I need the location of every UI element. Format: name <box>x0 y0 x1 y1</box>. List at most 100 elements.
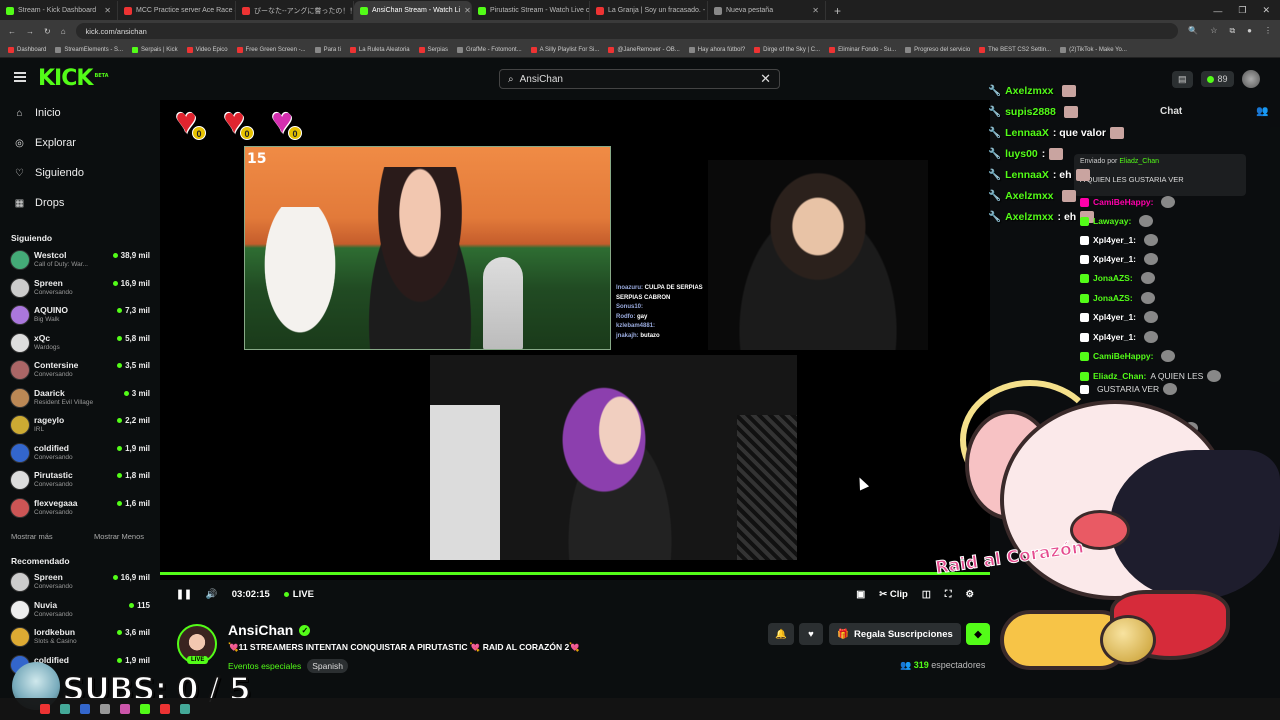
points-badge[interactable]: 89 <box>1200 71 1234 87</box>
chat-user[interactable]: JonaAZS: <box>1093 293 1133 303</box>
chat-user[interactable]: JonaAZS: <box>1093 273 1133 283</box>
alert-user[interactable]: Axelzmxx <box>1005 190 1053 202</box>
sidebar-channel[interactable]: Pirutastic Conversando 1,8 mil <box>10 468 150 494</box>
browser-tab[interactable]: MCC Practice server Ace Race S✕ <box>118 1 236 20</box>
language-tag[interactable]: Spanish <box>307 659 348 673</box>
pause-icon[interactable]: ❚❚ <box>176 589 192 600</box>
home-icon[interactable]: ⌂ <box>61 27 66 36</box>
zoom-icon[interactable]: 🔍 <box>1188 26 1198 36</box>
chat-users-icon[interactable]: 👥 <box>1256 106 1268 117</box>
sidebar-channel[interactable]: Nuvia Conversando 115 <box>10 598 150 624</box>
bookmark-item[interactable]: La Ruleta Aleatoria <box>349 46 410 53</box>
sidebar-channel[interactable]: coldified Conversando 1,9 mil <box>10 441 150 467</box>
close-tab-icon[interactable]: ✕ <box>464 6 471 15</box>
bookmark-item[interactable]: Para ti <box>314 46 341 53</box>
chat-user[interactable]: Xpl4yer_1: <box>1093 312 1136 322</box>
browser-tab[interactable]: AnsiChan Stream - Watch Li ✕ <box>354 1 472 20</box>
follow-heart-icon[interactable]: ♥ <box>799 623 823 645</box>
bookmark-item[interactable]: Progreso del servicio <box>905 46 970 53</box>
show-more-link[interactable]: Mostrar más <box>11 532 53 541</box>
url-field[interactable]: kick.com/ansichan <box>75 23 1179 39</box>
bookmark-star-icon[interactable]: ☆ <box>1210 26 1217 36</box>
alert-user[interactable]: LennaaX <box>1005 169 1049 181</box>
browser-tab[interactable]: La Granja | Soy un fracasado. -✕ <box>590 1 708 20</box>
gift-subs-button[interactable]: 🎁 Regala Suscripciones <box>829 623 961 645</box>
browser-tab[interactable]: Nueva pestaña ✕ <box>708 1 826 20</box>
extensions-icon[interactable]: ⧉ <box>1229 26 1235 36</box>
chat-user[interactable]: Xpl4yer_1: <box>1093 254 1136 264</box>
taskbar-app-icon[interactable] <box>160 704 170 714</box>
taskbar-app-icon[interactable] <box>60 704 70 714</box>
chat-user[interactable]: CamiBeHappy: <box>1093 351 1153 361</box>
alert-user[interactable]: Axelzmxx <box>1005 85 1053 97</box>
taskbar-app-icon[interactable] <box>120 704 130 714</box>
nav-explorar[interactable]: ◎ Explorar <box>14 137 76 149</box>
forward-icon[interactable]: → <box>26 27 34 36</box>
bookmark-item[interactable]: Dirge of the Sky | C... <box>754 46 820 53</box>
notifications-bell-icon[interactable]: 🔔 <box>768 623 794 645</box>
bookmark-item[interactable]: (2)TikTok - Make Yo... <box>1060 46 1127 53</box>
close-window-icon[interactable]: ✕ <box>1262 5 1270 16</box>
video-player[interactable]: ♥ 0 ♥ 0 ♥ 0 15 lnoazuru: CULPA DE SERPIAS SER… <box>160 100 990 580</box>
clip-button[interactable]: ✂ Clip <box>879 589 908 600</box>
nav-siguiendo[interactable]: ♡ Siguiendo <box>14 167 84 179</box>
bookmark-item[interactable]: Dashboard <box>8 46 46 53</box>
chat-user[interactable]: Lawayay: <box>1093 216 1131 226</box>
maximize-icon[interactable]: ❐ <box>1238 5 1246 16</box>
sidebar-channel[interactable]: AQUINO Big Walk 7,3 mil <box>10 303 150 329</box>
taskbar-app-icon[interactable] <box>100 704 110 714</box>
kick-logo[interactable]: KICK BETA <box>38 66 109 91</box>
streamer-name[interactable]: AnsiChan ✓ <box>228 622 311 638</box>
bookmark-item[interactable]: A Silly Playlist For Si... <box>530 46 599 53</box>
alert-user[interactable]: LennaaX <box>1005 127 1049 139</box>
profile-icon[interactable]: ● <box>1247 26 1252 36</box>
sidebar-channel[interactable]: Contersine Conversando 3,5 mil <box>10 358 150 384</box>
new-tab-icon[interactable]: + <box>826 1 849 20</box>
back-icon[interactable]: ← <box>8 27 16 36</box>
bookmark-item[interactable]: Eliminar Fondo - Su... <box>829 46 896 53</box>
hamburger-menu-icon[interactable] <box>14 72 26 82</box>
bookmark-item[interactable]: Video Epico <box>186 46 228 53</box>
sidebar-channel[interactable]: Spreen Conversando 16,9 mil <box>10 276 150 302</box>
pinned-user[interactable]: Eliadz_Chan <box>1119 158 1159 165</box>
minimize-icon[interactable]: — <box>1213 6 1222 16</box>
chat-user[interactable]: CamiBeHappy: <box>1093 197 1153 207</box>
sidebar-channel[interactable]: Daarick Resident Evil Village 3 mil <box>10 386 150 412</box>
show-less-link[interactable]: Mostrar Menos <box>94 532 144 541</box>
nav-inicio[interactable]: ⌂ Inicio <box>14 107 60 119</box>
theatre-icon[interactable]: ▣ <box>856 589 865 600</box>
browser-tab[interactable]: Stream - Kick Dashboard ✕ <box>0 1 118 20</box>
chat-user[interactable]: Xpl4yer_1: <box>1093 332 1136 342</box>
alert-user[interactable]: Axelzmxx <box>1005 211 1053 223</box>
sidebar-channel[interactable]: flexvegaaa Conversando 1,6 mil <box>10 496 150 522</box>
progress-bar[interactable] <box>160 572 990 575</box>
menu-dots-icon[interactable]: ⋮ <box>1264 26 1272 36</box>
volume-icon[interactable]: 🔊 <box>206 589 218 600</box>
close-tab-icon[interactable]: ✕ <box>812 6 819 15</box>
sidebar-channel[interactable]: xQc Wardogs 5,8 mil <box>10 331 150 357</box>
browser-tab[interactable]: Pirutastic Stream - Watch Live c✕ <box>472 1 590 20</box>
reload-icon[interactable]: ↻ <box>44 27 51 36</box>
taskbar-app-icon[interactable] <box>180 704 190 714</box>
fullscreen-icon[interactable]: ⛶ <box>945 589 952 600</box>
close-tab-icon[interactable]: ✕ <box>104 6 111 15</box>
bookmark-item[interactable]: The BEST CS2 Settin... <box>979 46 1051 53</box>
inventory-button[interactable]: ▤ <box>1172 70 1193 88</box>
taskbar-app-icon[interactable] <box>140 704 150 714</box>
alert-user[interactable]: supis2888 <box>1005 106 1056 118</box>
bookmark-item[interactable]: Hay ahora fútbol? <box>688 46 745 53</box>
bookmark-item[interactable]: Free Green Screen -... <box>236 46 306 53</box>
bookmark-item[interactable]: @JaneRemover - OB... <box>608 46 680 53</box>
sidebar-channel[interactable]: lordkebun Slots & Casino 3,6 mil <box>10 625 150 651</box>
bookmark-item[interactable]: Serpais | Kick <box>132 46 178 53</box>
user-avatar[interactable] <box>1241 70 1260 88</box>
bookmark-item[interactable]: GrafMe - Fotomont... <box>456 46 522 53</box>
bookmark-item[interactable]: StreamElements - S... <box>55 46 123 53</box>
chat-user[interactable]: Xpl4yer_1: <box>1093 235 1136 245</box>
taskbar-app-icon[interactable] <box>80 704 90 714</box>
bookmark-item[interactable]: Serpias <box>418 46 448 53</box>
sidebar-channel[interactable]: Westcol Call of Duty: War... 38,9 mil <box>10 248 150 274</box>
pip-icon[interactable]: ◫ <box>922 589 931 600</box>
browser-tab[interactable]: ぴーなた--アングに嘗ったの！！✕ <box>236 1 354 20</box>
nav-drops[interactable]: ▦ Drops <box>14 197 65 209</box>
